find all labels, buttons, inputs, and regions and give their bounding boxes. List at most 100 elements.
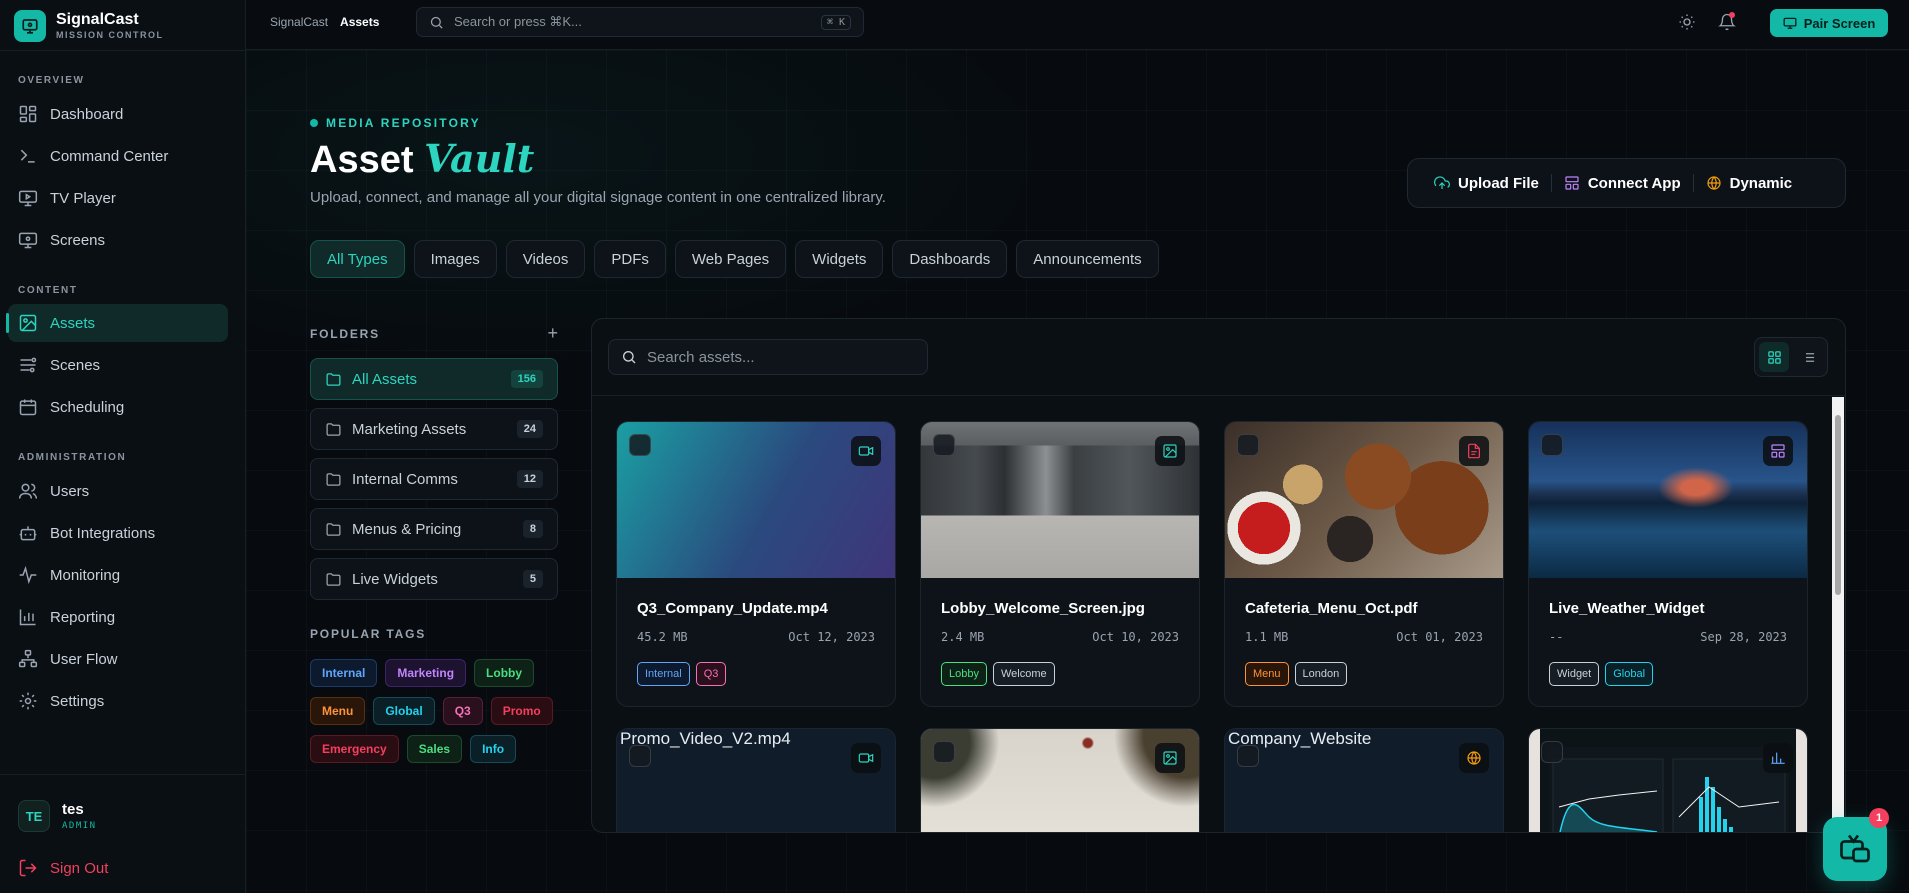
theme-toggle-sun-icon[interactable] <box>1678 13 1696 31</box>
sidebar-item-screens[interactable]: Screens <box>8 221 228 259</box>
tag-marketing[interactable]: Marketing <box>385 659 467 687</box>
select-checkbox[interactable] <box>933 741 955 763</box>
filter-all-types[interactable]: All Types <box>310 240 405 278</box>
asset-search[interactable] <box>608 339 928 375</box>
sidebar-item-label: Dashboard <box>50 105 124 123</box>
select-checkbox[interactable] <box>1237 745 1259 767</box>
folder-live-widgets[interactable]: Live Widgets 5 <box>310 558 558 600</box>
bar-chart-icon <box>19 609 36 626</box>
folder-marketing-assets[interactable]: Marketing Assets 24 <box>310 408 558 450</box>
asset-size: -- <box>1549 630 1564 644</box>
select-checkbox[interactable] <box>1237 434 1259 456</box>
asset-tag[interactable]: Lobby <box>941 662 987 686</box>
filter-dashboards[interactable]: Dashboards <box>892 240 1008 278</box>
list-view-button[interactable] <box>1793 342 1823 372</box>
asset-card[interactable] <box>1528 728 1808 832</box>
sidebar-item-scenes[interactable]: Scenes <box>8 346 228 384</box>
select-checkbox[interactable] <box>933 434 955 456</box>
filter-pdfs[interactable]: PDFs <box>594 240 666 278</box>
folder-icon <box>326 522 341 536</box>
user-profile[interactable]: TE tes ADMIN <box>18 800 97 832</box>
select-checkbox[interactable] <box>629 745 651 767</box>
brand-subtitle: MISSION CONTROL <box>56 30 164 40</box>
pair-screen-button[interactable]: Pair Screen <box>1770 9 1888 37</box>
tag-lobby[interactable]: Lobby <box>474 659 535 687</box>
sidebar-item-settings[interactable]: Settings <box>8 682 228 720</box>
asset-tag[interactable]: Internal <box>637 662 690 686</box>
asset-tag[interactable]: Global <box>1605 662 1654 686</box>
folder-all-assets[interactable]: All Assets 156 <box>310 358 558 400</box>
asset-card[interactable]: Promo_Video_V2.mp4 <box>616 728 896 832</box>
breadcrumb-root[interactable]: SignalCast <box>270 15 328 29</box>
filter-images[interactable]: Images <box>413 240 497 278</box>
sidebar-item-bot-integrations[interactable]: Bot Integrations <box>8 514 228 552</box>
folder-icon <box>326 572 341 586</box>
asset-tag[interactable]: London <box>1294 662 1348 686</box>
folder-internal-comms[interactable]: Internal Comms 12 <box>310 458 558 500</box>
sidebar-item-command-center[interactable]: Command Center <box>8 137 228 175</box>
filter-announcements[interactable]: Announcements <box>1016 240 1159 278</box>
tag-promo[interactable]: Promo <box>490 697 553 725</box>
divider <box>0 774 245 775</box>
folder-count-badge: 24 <box>516 420 543 438</box>
sidebar-item-assets[interactable]: Assets <box>6 304 228 342</box>
asset-tag[interactable]: Menu <box>1245 662 1289 686</box>
asset-tag[interactable]: Widget <box>1549 662 1600 686</box>
chart-icon <box>1771 752 1785 764</box>
tag-internal[interactable]: Internal <box>310 659 378 687</box>
filter-web-pages[interactable]: Web Pages <box>674 240 787 278</box>
chat-tv-icon <box>1840 834 1870 863</box>
sidebar-item-reporting[interactable]: Reporting <box>8 598 228 636</box>
add-folder-button[interactable]: + <box>547 323 558 344</box>
sign-out-button[interactable]: Sign Out <box>18 858 108 878</box>
asset-card[interactable]: Q3_Company_Update.mp4 45.2 MB Oct 12, 20… <box>616 421 896 707</box>
sidebar-item-monitoring[interactable]: Monitoring <box>8 556 228 594</box>
asset-name: Q3_Company_Update.mp4 <box>637 600 828 617</box>
asset-tag[interactable]: Q3 <box>695 662 727 686</box>
brand-name: SignalCast <box>56 11 139 28</box>
sign-out-label: Sign Out <box>50 859 109 877</box>
tag-sales[interactable]: Sales <box>406 735 463 763</box>
users-icon <box>18 483 38 499</box>
asset-card[interactable]: Live_Weather_Widget -- Sep 28, 2023 Widg… <box>1528 421 1808 707</box>
asset-card[interactable] <box>920 728 1200 832</box>
sidebar-item-users[interactable]: Users <box>8 472 228 510</box>
sidebar-item-scheduling[interactable]: Scheduling <box>8 388 228 426</box>
asset-date: Oct 10, 2023 <box>1092 630 1179 644</box>
asset-tag[interactable]: Welcome <box>992 662 1055 686</box>
upload-file-button[interactable]: Upload File <box>1422 175 1551 192</box>
select-checkbox[interactable] <box>1541 434 1563 456</box>
select-checkbox[interactable] <box>1541 741 1563 763</box>
grid-view-button[interactable] <box>1759 342 1789 372</box>
nav-section-administration: ADMINISTRATION <box>18 452 127 463</box>
scrollbar-thumb[interactable] <box>1835 415 1841 595</box>
asset-card[interactable]: Company_Website <box>1224 728 1504 832</box>
select-checkbox[interactable] <box>629 434 651 456</box>
globe-icon <box>1707 176 1721 190</box>
filter-widgets[interactable]: Widgets <box>795 240 884 278</box>
tag-emergency[interactable]: Emergency <box>310 735 399 763</box>
sidebar-item-tv-player[interactable]: TV Player <box>8 179 228 217</box>
monitor-icon <box>18 232 38 249</box>
brand[interactable]: SignalCast MISSION CONTROL <box>14 10 164 42</box>
asset-scrollbar[interactable] <box>1832 397 1844 832</box>
folder-menus-pricing[interactable]: Menus & Pricing 8 <box>310 508 558 550</box>
asset-search-input[interactable] <box>647 348 907 366</box>
sidebar-item-dashboard[interactable]: Dashboard <box>8 95 228 133</box>
asset-card[interactable]: Lobby_Welcome_Screen.jpg 2.4 MB Oct 10, … <box>920 421 1200 707</box>
view-toggle <box>1754 337 1828 377</box>
dynamic-button[interactable]: Dynamic <box>1694 175 1805 192</box>
global-search-input[interactable]: Search or press ⌘K... ⌘ K <box>416 7 864 37</box>
folder-count-badge: 12 <box>516 470 543 488</box>
dashboard-icon <box>19 105 37 123</box>
filter-videos[interactable]: Videos <box>505 240 586 278</box>
tag-info[interactable]: Info <box>470 735 517 763</box>
sidebar: SignalCast MISSION CONTROL OVERVIEW Dash… <box>0 0 246 893</box>
asset-card[interactable]: Cafeteria_Menu_Oct.pdf 1.1 MB Oct 01, 20… <box>1224 421 1504 707</box>
grid-icon <box>1767 350 1781 364</box>
sidebar-item-user-flow[interactable]: User Flow <box>8 640 228 678</box>
tag-menu[interactable]: Menu <box>310 697 366 725</box>
connect-app-button[interactable]: Connect App <box>1552 175 1693 192</box>
tag-q3[interactable]: Q3 <box>442 697 483 725</box>
tag-global[interactable]: Global <box>373 697 435 725</box>
